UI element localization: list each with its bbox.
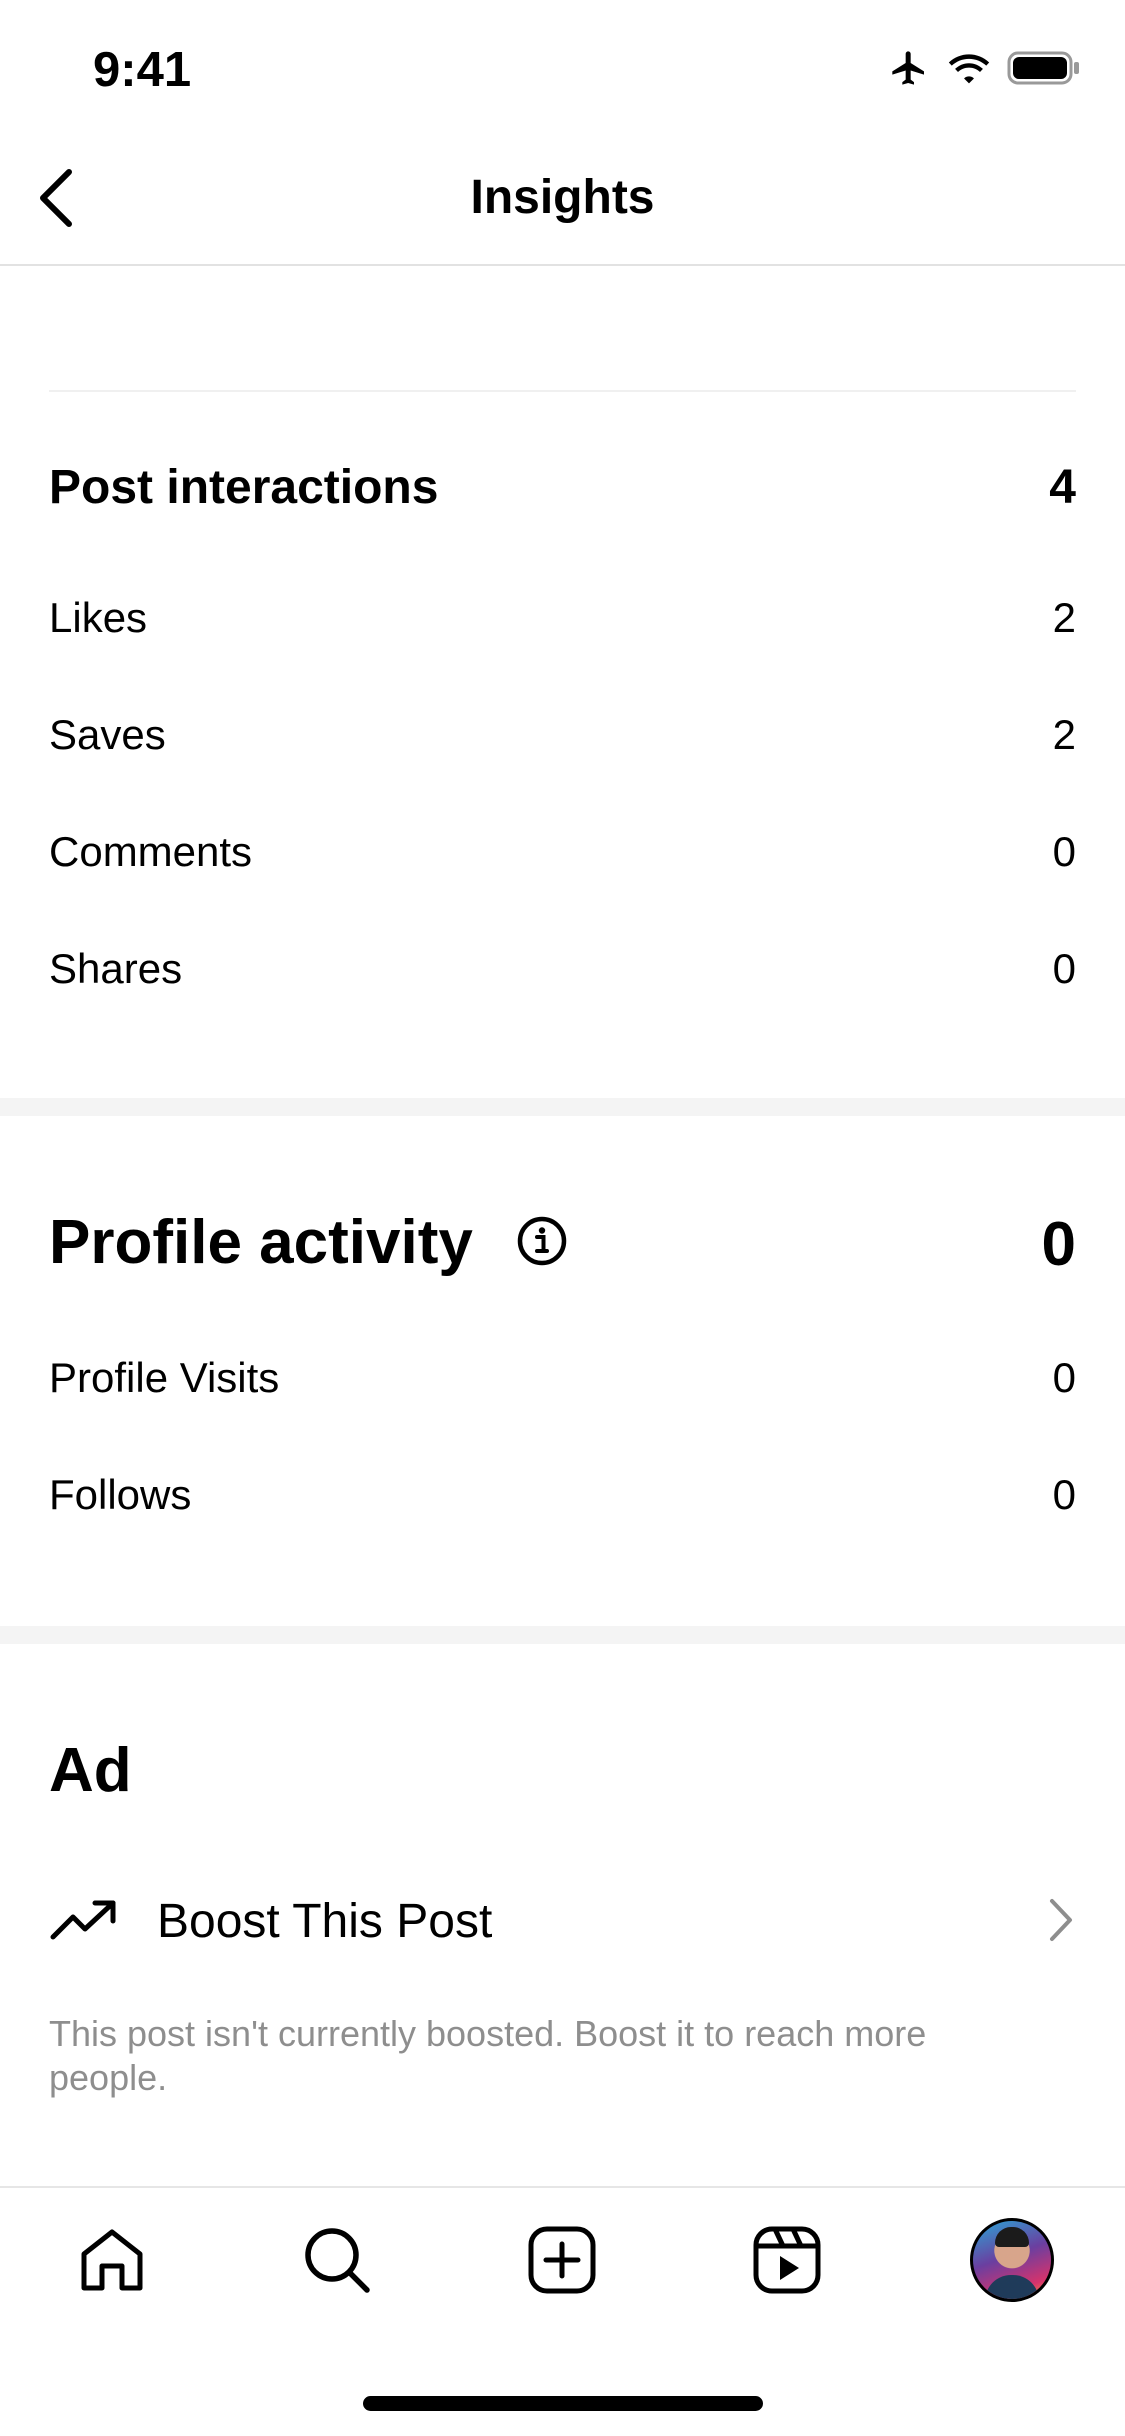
tab-search[interactable] — [287, 2210, 387, 2310]
boost-post-button[interactable]: Boost This Post — [49, 1880, 1076, 1964]
metric-label: Profile Visits — [49, 1354, 280, 1401]
boost-description: This post isn't currently boosted. Boost… — [49, 2013, 927, 2098]
profile-activity-header: Profile activity 0 — [49, 1206, 1076, 1284]
metric-label: Follows — [49, 1471, 192, 1518]
airplane-mode-icon — [887, 48, 931, 93]
status-icons — [887, 46, 1081, 94]
metric-label: Shares — [49, 945, 183, 992]
page-title: Insights — [470, 171, 655, 224]
metric-value: 0 — [1052, 1354, 1076, 1401]
avatar — [970, 2218, 1054, 2302]
metric-row-profile-visits: Profile Visits 0 — [49, 1350, 1076, 1406]
chevron-right-icon — [1046, 1897, 1076, 1948]
metric-row-saves: Saves 2 — [49, 707, 1076, 763]
info-icon[interactable] — [516, 1210, 568, 1284]
metric-row-shares: Shares 0 — [49, 941, 1076, 997]
tab-home[interactable] — [62, 2210, 162, 2310]
home-icon — [81, 2229, 143, 2291]
metric-row-likes: Likes 2 — [49, 590, 1076, 646]
battery-icon — [1007, 50, 1081, 91]
section-separator — [0, 1098, 1125, 1116]
top-divider — [49, 390, 1076, 392]
create-icon — [528, 2226, 596, 2294]
status-time: 9:41 — [93, 43, 192, 97]
metric-label: Comments — [49, 828, 253, 875]
metric-value: 0 — [1052, 1471, 1076, 1518]
profile-activity-total: 0 — [1041, 1209, 1076, 1279]
tab-reels[interactable] — [737, 2210, 837, 2310]
tabbar-divider — [0, 2186, 1125, 2188]
section-separator — [0, 1626, 1125, 1644]
reels-icon — [753, 2226, 821, 2294]
metric-row-follows: Follows 0 — [49, 1467, 1076, 1523]
ad-section-title: Ad — [49, 1736, 132, 1805]
metric-label: Saves — [49, 711, 166, 758]
wifi-icon — [947, 51, 991, 90]
post-interactions-header: Post interactions 4 — [49, 458, 1076, 518]
avatar-hair — [995, 2227, 1029, 2247]
avatar-body — [985, 2275, 1039, 2299]
trending-up-icon — [49, 1897, 119, 1948]
home-indicator — [363, 2396, 763, 2411]
nav-divider — [0, 264, 1125, 266]
search-icon — [305, 2228, 370, 2293]
metric-value: 0 — [1052, 828, 1076, 875]
metric-value: 2 — [1052, 594, 1076, 641]
tab-profile[interactable] — [962, 2210, 1062, 2310]
metric-label: Likes — [49, 594, 148, 641]
tab-create[interactable] — [512, 2210, 612, 2310]
boost-post-label: Boost This Post — [157, 1895, 493, 1948]
post-interactions-title: Post interactions — [49, 461, 439, 514]
post-interactions-total: 4 — [1049, 461, 1076, 514]
metric-value: 2 — [1052, 711, 1076, 758]
tab-bar — [0, 2198, 1125, 2328]
metric-row-comments: Comments 0 — [49, 824, 1076, 880]
metric-value: 0 — [1052, 945, 1076, 992]
profile-activity-title: Profile activity — [49, 1208, 473, 1277]
